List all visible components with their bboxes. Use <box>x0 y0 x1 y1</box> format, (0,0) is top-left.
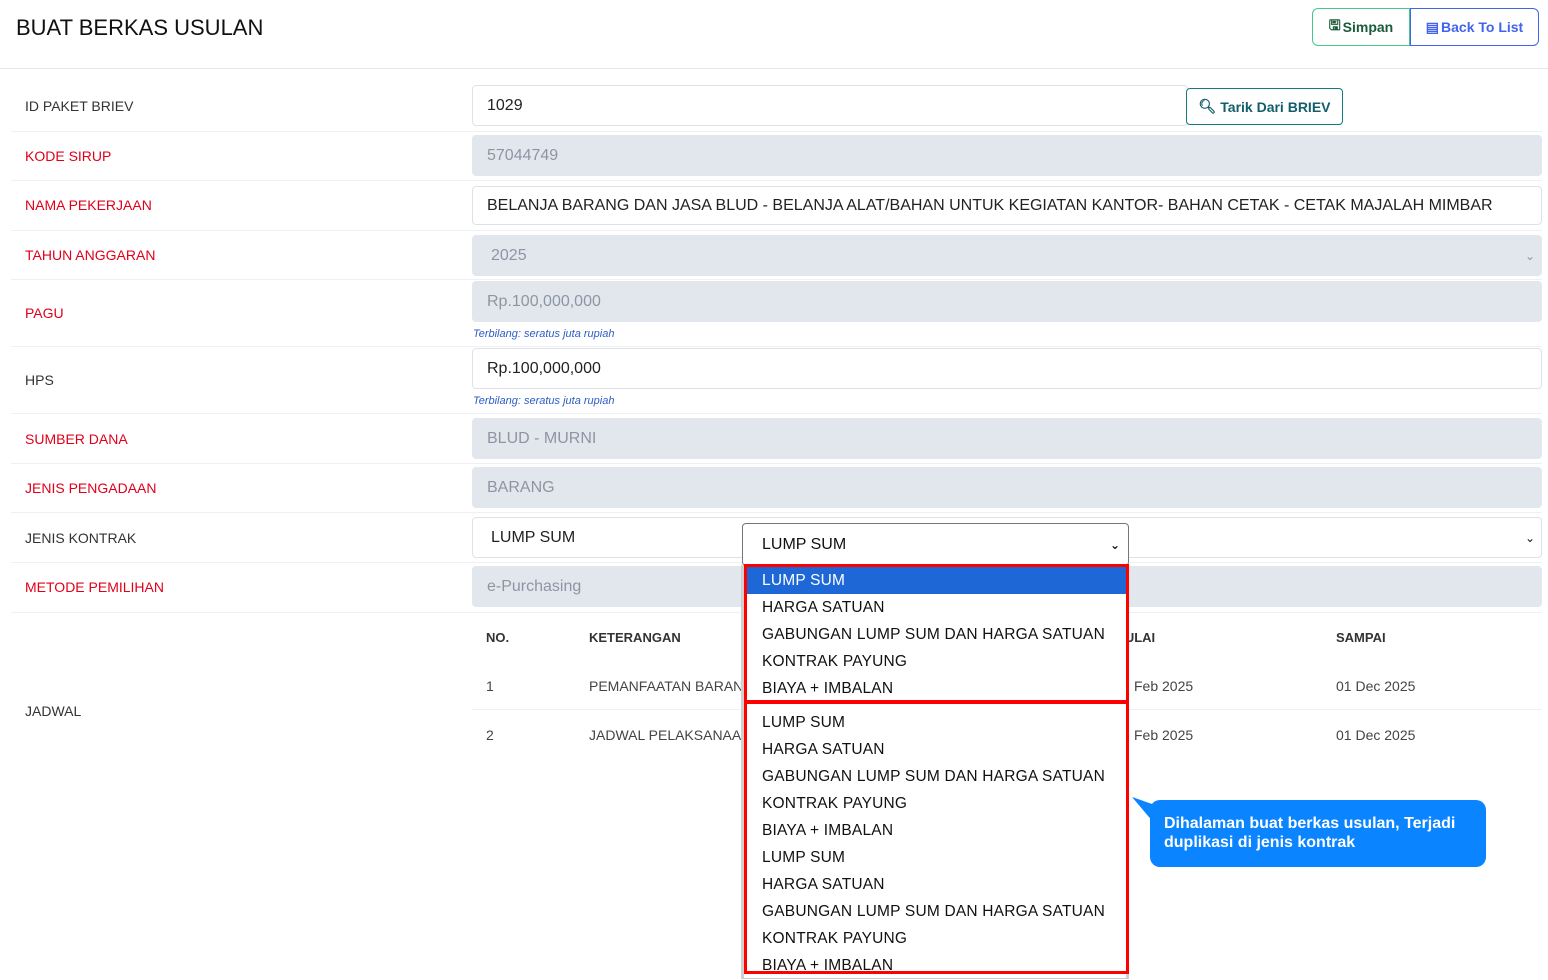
pagu-terbilang: Terbilang: seratus juta rupiah <box>473 328 615 340</box>
chevron-down-icon: ⌄ <box>1524 530 1535 545</box>
label-tahun: TAHUN ANGGARAN <box>25 247 156 263</box>
label-jenis-kontrak: JENIS KONTRAK <box>25 530 137 546</box>
table-cell: 1 <box>486 678 494 694</box>
table-cell: 01 Dec 2025 <box>1336 727 1416 743</box>
label-id-paket: ID PAKET BRIEV <box>25 98 134 114</box>
dropdown-option[interactable]: BIAYA + IMBALAN <box>744 952 1126 979</box>
page-header: BUAT BERKAS USULAN 🖫 Simpan ▤ Back To List <box>0 0 1548 69</box>
dropdown-option[interactable]: LUMP SUM <box>744 844 1126 871</box>
hps-input[interactable]: Rp.100,000,000 <box>472 348 1542 389</box>
dropdown-option[interactable]: BIAYA + IMBALAN <box>744 817 1126 844</box>
tahun-value: 2025 <box>491 246 527 264</box>
chevron-down-icon: ⌄ <box>1524 248 1535 263</box>
dropdown-option[interactable]: GABUNGAN LUMP SUM DAN HARGA SATUAN <box>744 898 1126 925</box>
page-title: BUAT BERKAS USULAN <box>16 15 264 40</box>
label-jadwal: JADWAL <box>25 703 82 719</box>
dropdown-option[interactable]: GABUNGAN LUMP SUM DAN HARGA SATUAN <box>744 763 1126 790</box>
id-paket-input[interactable]: 1029 <box>472 85 1188 126</box>
table-cell: 01 Dec 2025 <box>1336 678 1416 694</box>
save-icon: 🖫 <box>1328 17 1341 33</box>
nama-pekerjaan-input[interactable]: BELANJA BARANG DAN JASA BLUD - BELANJA A… <box>472 186 1542 225</box>
jenis-kontrak-value: LUMP SUM <box>491 528 576 546</box>
dropdown-option[interactable]: KONTRAK PAYUNG <box>744 790 1126 817</box>
label-jenis-pengadaan: JENIS PENGADAAN <box>25 480 157 496</box>
table-cell: Feb 2025 <box>1134 678 1194 694</box>
dropdown-option[interactable]: HARGA SATUAN <box>744 871 1126 898</box>
dropdown-option[interactable]: LUMP SUM <box>744 709 1126 736</box>
tarik-briev-button[interactable]: 🔍︎ Tarik Dari BRIEV <box>1186 88 1343 125</box>
col-no: NO. <box>486 630 510 645</box>
chevron-down-icon: ⌄ <box>1109 537 1120 552</box>
label-sumber-dana: SUMBER DANA <box>25 431 128 447</box>
dropdown-option[interactable]: KONTRAK PAYUNG <box>744 648 1126 675</box>
label-pagu: PAGU <box>25 305 64 321</box>
table-cell: PEMANFAATAN BARAN <box>589 678 744 694</box>
label-hps: HPS <box>25 372 54 388</box>
label-nama-pekerjaan: NAMA PEKERJAAN <box>25 197 152 213</box>
kode-sirup-input[interactable]: 57044749 <box>472 135 1542 176</box>
table-cell: Feb 2025 <box>1134 727 1194 743</box>
simpan-button[interactable]: 🖫 Simpan <box>1312 8 1410 46</box>
pagu-input[interactable]: Rp.100,000,000 <box>472 281 1542 322</box>
dropdown-option[interactable]: GABUNGAN LUMP SUM DAN HARGA SATUAN <box>744 621 1126 648</box>
sumber-dana-input[interactable]: BLUD - MURNI <box>472 418 1542 459</box>
label-metode: METODE PEMILIHAN <box>25 579 164 595</box>
dropdown-options-list: LUMP SUM HARGA SATUAN GABUNGAN LUMP SUM DA… <box>741 565 1129 979</box>
dropdown-option[interactable]: KONTRAK PAYUNG <box>744 925 1126 952</box>
hps-terbilang: Terbilang: seratus juta rupiah <box>473 395 615 407</box>
col-keterangan: KETERANGAN <box>589 630 681 645</box>
table-cell: JADWAL PELAKSANAA <box>589 727 742 743</box>
annotation-callout: Dihalaman buat berkas usulan, Terjadi du… <box>1150 800 1486 867</box>
list-icon: ▤ <box>1425 18 1440 35</box>
label-kode-sirup: KODE SIRUP <box>25 148 112 164</box>
col-sampai: SAMPAI <box>1336 630 1386 645</box>
jenis-kontrak-dropdown[interactable]: LUMP SUM ⌄ <box>742 523 1129 566</box>
dropdown-option[interactable]: HARGA SATUAN <box>744 736 1126 763</box>
table-cell: 2 <box>486 727 494 743</box>
dropdown-option[interactable]: HARGA SATUAN <box>744 594 1126 621</box>
dropdown-selected: LUMP SUM <box>762 535 847 553</box>
dropdown-option[interactable]: LUMP SUM <box>744 567 1126 594</box>
jenis-pengadaan-input[interactable]: BARANG <box>472 467 1542 508</box>
tahun-select[interactable]: 2025 ⌄ <box>472 235 1542 276</box>
dropdown-option[interactable]: BIAYA + IMBALAN <box>744 675 1126 702</box>
back-to-list-button[interactable]: ▤ Back To List <box>1410 8 1539 46</box>
search-icon: 🔍︎ <box>1198 98 1217 114</box>
